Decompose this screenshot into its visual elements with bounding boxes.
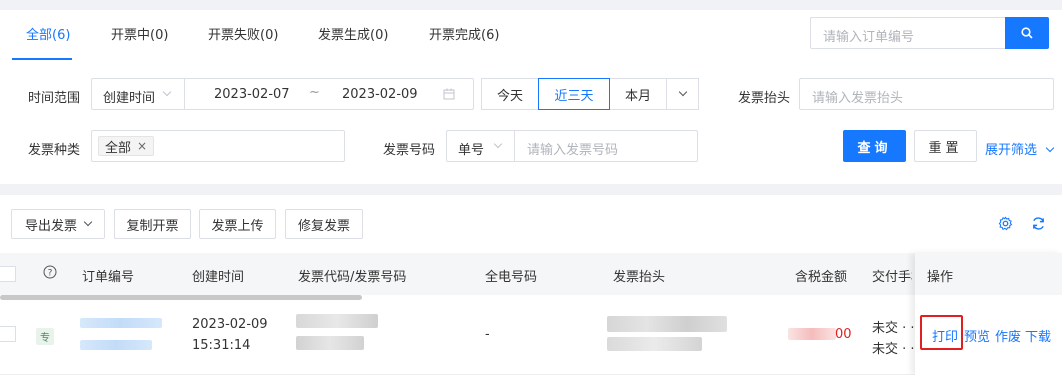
special-invoice-badge: 专 <box>36 328 54 345</box>
svg-text:?: ? <box>48 269 53 279</box>
date-end: 2023-02-09 <box>342 87 418 102</box>
order-search-placeholder: 请输入订单编号 <box>823 30 915 45</box>
invoice-no-input[interactable]: 请输入发票号码 <box>514 130 698 162</box>
invoice-type-tag-label: 全部 <box>105 140 132 156</box>
row-checkbox[interactable] <box>0 326 16 342</box>
export-invoice-label: 导出发票 <box>24 218 77 234</box>
order-search-input[interactable]: 请输入订单编号 <box>810 17 1006 49</box>
invoice-type-tag: 全部 × <box>98 136 155 156</box>
invoice-title-label: 发票抬头 <box>738 91 791 106</box>
chevron-down-icon <box>162 87 172 97</box>
gear-icon[interactable] <box>998 216 1013 231</box>
reset-button[interactable]: 重置 <box>914 130 977 162</box>
invoice-title-placeholder: 请输入发票抬头 <box>812 91 904 106</box>
active-tab-underline <box>12 58 72 60</box>
created-date: 2023-02-09 <box>192 317 268 332</box>
query-button[interactable]: 查询 <box>843 130 906 162</box>
order-no-redacted-line-1 <box>80 318 162 328</box>
invoice-no-redacted <box>296 336 364 350</box>
time-range-label: 时间范围 <box>28 91 81 106</box>
col-header-invoice-title: 发票抬头 <box>613 270 666 285</box>
print-link[interactable]: 打印 <box>932 326 958 345</box>
time-type-select[interactable]: 创建时间 <box>91 78 185 110</box>
col-header-delivery-wrap: 交付手机 <box>872 266 912 285</box>
invoice-title-redacted-line-1 <box>607 316 727 332</box>
order-no-redacted-line-2 <box>80 340 152 350</box>
invoice-no-label: 发票号码 <box>383 143 436 158</box>
delivery-status-2: 未交 · · <box>872 342 914 357</box>
preview-link[interactable]: 预览 <box>964 326 990 345</box>
date-separator: ~ <box>309 85 320 100</box>
search-button[interactable] <box>1005 17 1049 49</box>
col-header-created-time: 创建时间 <box>192 270 245 285</box>
invoice-title-redacted-line-2 <box>607 337 702 351</box>
all-elec-no: - <box>485 327 490 342</box>
invoice-no-type-select[interactable]: 单号 <box>446 130 515 162</box>
col-header-order-no: 订单编号 <box>82 270 135 285</box>
col-header-all-elec-no: 全电号码 <box>485 270 538 285</box>
copy-invoice-button[interactable]: 复制开票 <box>114 209 191 239</box>
amount-suffix: 00 <box>835 327 852 342</box>
expand-filter-label: 展开筛选 <box>985 143 1038 158</box>
expand-filter-link[interactable]: 展开筛选 <box>985 139 1055 158</box>
chevron-down-icon <box>1045 143 1055 153</box>
refresh-icon[interactable] <box>1031 216 1046 231</box>
invoice-code-redacted <box>296 314 378 328</box>
select-all-checkbox[interactable] <box>0 266 16 282</box>
quick-range-dropdown[interactable] <box>666 78 699 110</box>
upload-invoice-button[interactable]: 发票上传 <box>199 209 276 239</box>
tab-invoice-generated[interactable]: 发票生成(0) <box>318 24 388 43</box>
quick-range-month[interactable]: 本月 <box>609 78 667 110</box>
col-header-amount: 含税金额 <box>795 270 848 285</box>
time-type-value: 创建时间 <box>103 91 156 106</box>
created-time: 15:31:14 <box>192 338 251 353</box>
tab-invoice-failed[interactable]: 开票失败(0) <box>208 24 278 43</box>
void-link[interactable]: 作废 <box>995 326 1021 345</box>
col-header-actions: 操作 <box>927 270 954 285</box>
chevron-down-icon <box>493 139 503 149</box>
date-start: 2023-02-07 <box>214 87 290 102</box>
chevron-down-icon <box>83 217 93 227</box>
status-tabs-panel: 全部(6) 开票中(0) 开票失败(0) 发票生成(0) 开票完成(6) 请输入… <box>0 10 1062 62</box>
tab-invoice-complete[interactable]: 开票完成(6) <box>429 24 499 43</box>
search-icon <box>1021 27 1033 39</box>
invoice-type-label: 发票种类 <box>28 143 81 158</box>
quick-range-3days[interactable]: 近三天 <box>538 78 610 110</box>
help-icon[interactable]: ? <box>43 265 57 279</box>
close-icon[interactable]: × <box>137 139 147 153</box>
quick-range-today[interactable]: 今天 <box>481 78 539 110</box>
calendar-icon <box>443 88 455 100</box>
invoice-no-placeholder: 请输入发票号码 <box>527 143 619 158</box>
invoice-title-input[interactable]: 请输入发票抬头 <box>799 78 1054 110</box>
col-header-invoice-code: 发票代码/发票号码 <box>298 270 407 285</box>
invoice-type-select[interactable]: 全部 × <box>91 130 345 162</box>
tab-all[interactable]: 全部(6) <box>26 24 70 43</box>
date-range-picker[interactable]: 2023-02-07 ~ 2023-02-09 <box>184 78 474 110</box>
repair-invoice-button[interactable]: 修复发票 <box>285 209 363 239</box>
chevron-down-icon <box>678 87 687 97</box>
delivery-status-1: 未交 · · <box>872 321 914 336</box>
amount-redacted <box>788 328 836 340</box>
export-invoice-dropdown[interactable]: 导出发票 <box>11 209 105 239</box>
download-link[interactable]: 下载 <box>1025 326 1051 345</box>
invoice-no-type-value: 单号 <box>458 143 485 158</box>
col-header-delivery: 交付手机 <box>872 270 912 285</box>
tab-invoicing[interactable]: 开票中(0) <box>111 24 168 43</box>
